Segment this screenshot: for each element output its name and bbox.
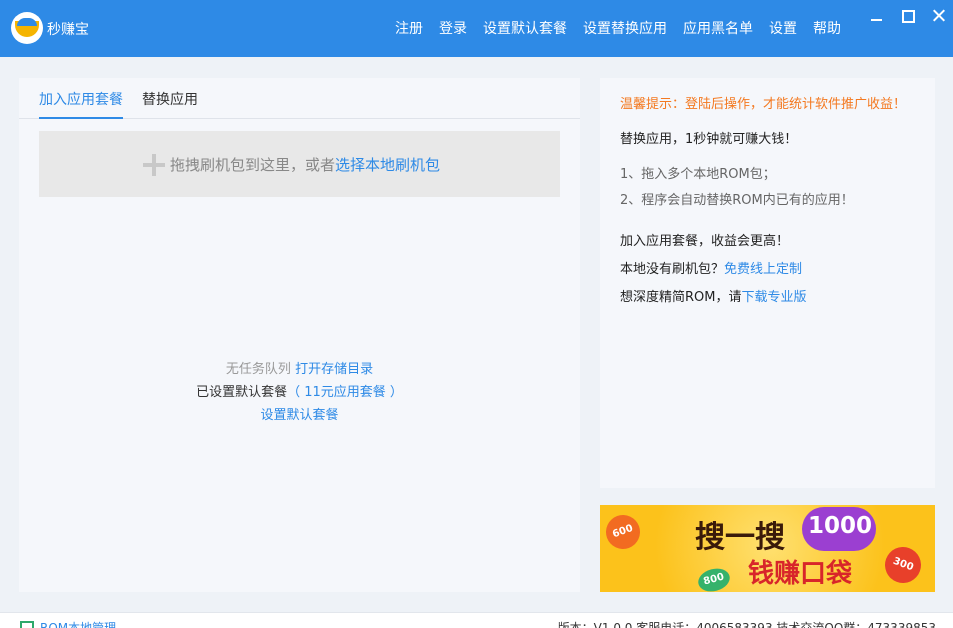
queue-status: 无任务队列 [225,362,291,377]
status-block: 无任务队列 打开存储目录 已设置默认套餐（ 11元应用套餐 ） 设置默认套餐 [19,358,580,427]
status-bar: ROM本地管理 版本：V1.0.0 客服电话：4006583393 技术交流QQ… [0,612,953,628]
tip-line-3: 2、程序会自动替换ROM内已有的应用！ [620,193,854,208]
top-nav: 注册 登录 设置默认套餐 设置替换应用 应用黑名单 设置 帮助 [379,18,841,38]
tab-bar: 加入应用套餐 替换应用 [19,78,580,119]
nav-register[interactable]: 注册 [395,18,423,38]
default-package-value[interactable]: （ 11元应用套餐 ） [287,385,403,400]
nav-login[interactable]: 登录 [439,18,467,38]
ad-banner[interactable]: 600 300 800 1000 搜一搜 钱赚口袋 [600,505,935,592]
task-panel: 加入应用套餐 替换应用 拖拽刷机包到这里，或者选择本地刷机包 无任务队列 打开存… [19,78,580,592]
default-package-label: 已设置默认套餐 [196,385,288,400]
tip-line-6: 想深度精简ROM，请下载专业版 [620,286,807,305]
banner-subline: 钱赚口袋 [748,559,853,589]
login-warning: 温馨提示：登陆后操作，才能统计软件推广收益！ [620,97,907,112]
banner-number: 1000 [808,513,873,539]
close-icon[interactable] [931,8,947,24]
title-bar: 秒赚宝 注册 登录 设置默认套餐 设置替换应用 应用黑名单 设置 帮助 [0,0,953,57]
coin-icon: 600 [601,510,645,554]
tip-line-6-text: 想深度精简ROM，请 [620,290,742,305]
minimize-icon[interactable] [869,8,885,24]
plus-icon [143,154,165,176]
nav-set-replace-app[interactable]: 设置替换应用 [583,18,667,38]
tip-line-1: 替换应用，1秒钟就可赚大钱！ [620,132,798,147]
app-logo-icon [11,12,43,44]
rom-manager-icon [20,621,34,628]
free-online-custom-link[interactable]: 免费线上定制 [724,262,802,277]
banner-headline: 搜一搜 [695,520,785,555]
drop-zone-hint: 拖拽刷机包到这里，或者 [170,156,336,174]
nav-set-default-package[interactable]: 设置默认套餐 [483,18,567,38]
nav-help[interactable]: 帮助 [813,18,841,38]
nav-app-blacklist[interactable]: 应用黑名单 [683,18,753,38]
download-pro-link[interactable]: 下载专业版 [741,290,806,305]
tips-panel: 温馨提示：登陆后操作，才能统计软件推广收益！ 替换应用，1秒钟就可赚大钱！ 1、… [600,78,935,488]
drop-zone-text: 拖拽刷机包到这里，或者选择本地刷机包 [170,154,440,175]
tip-line-4: 加入应用套餐，收益会更高！ [620,234,790,249]
nav-settings[interactable]: 设置 [769,18,797,38]
rom-drop-zone[interactable]: 拖拽刷机包到这里，或者选择本地刷机包 [39,131,560,197]
tab-replace-app[interactable]: 替换应用 [142,89,198,109]
set-default-package-link[interactable]: 设置默认套餐 [260,408,338,423]
select-local-rom-link[interactable]: 选择本地刷机包 [335,156,440,174]
app-title: 秒赚宝 [47,22,89,38]
tip-line-5: 本地没有刷机包？免费线上定制 [620,258,802,277]
tip-line-5-text: 本地没有刷机包？ [620,262,725,277]
rom-local-manage-link[interactable]: ROM本地管理 [40,619,116,628]
tip-line-2: 1、拖入多个本地ROM包； [620,167,776,182]
version-info: 版本：V1.0.0 客服电话：4006583393 技术交流QQ群：473339… [557,621,936,628]
open-storage-dir-link[interactable]: 打开存储目录 [295,362,373,377]
tab-add-app-package[interactable]: 加入应用套餐 [39,89,123,119]
maximize-icon[interactable] [900,8,916,24]
